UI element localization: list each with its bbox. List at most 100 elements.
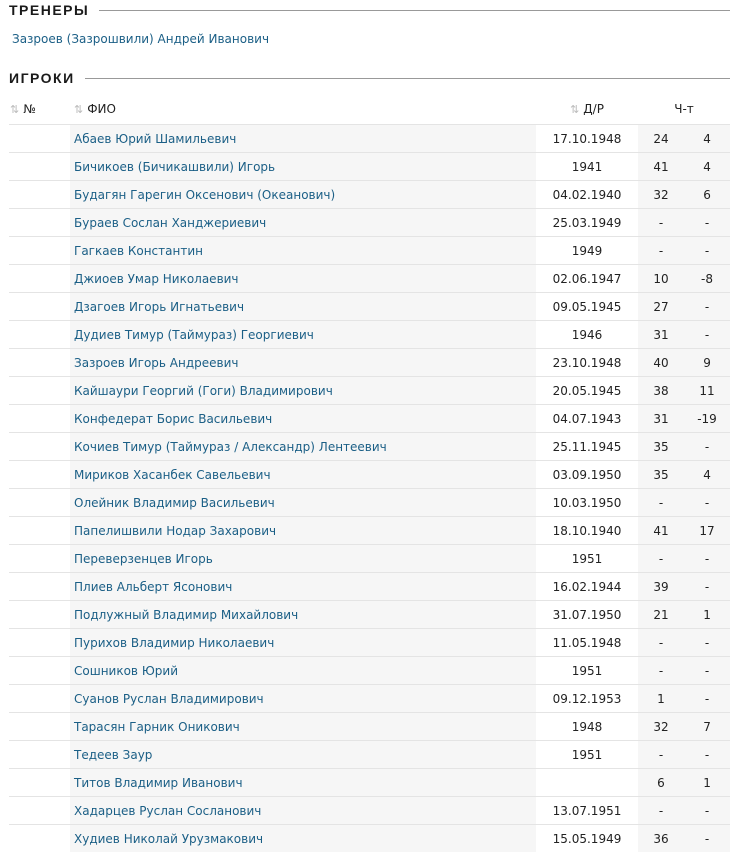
player-link[interactable]: Мириков Хасанбек Савельевич (70, 460, 536, 489)
header-label: Д/Р (583, 102, 604, 116)
games-cell: 40 (638, 348, 684, 377)
sort-dob-header[interactable]: ⇅ Д/Р (536, 94, 638, 125)
goals-cell: - (684, 544, 730, 573)
goals-cell: - (684, 208, 730, 237)
num-cell (9, 432, 70, 461)
player-link[interactable]: Будагян Гарегин Оксенович (Океанович) (70, 180, 536, 209)
goals-cell: - (684, 684, 730, 713)
table-row: Мириков Хасанбек Савельевич 03.09.1950 3… (9, 460, 730, 489)
player-link[interactable]: Переверзенцев Игорь (70, 544, 536, 573)
num-cell (9, 208, 70, 237)
goals-cell: 9 (684, 348, 730, 377)
table-row: Тарасян Гарник Оникович 1948 32 7 (9, 712, 730, 741)
games-cell: 38 (638, 376, 684, 405)
goals-cell: 1 (684, 600, 730, 629)
dob-cell: 17.10.1948 (536, 124, 638, 153)
table-row: Бураев Сослан Ханджериевич 25.03.1949 - … (9, 208, 730, 237)
num-cell (9, 684, 70, 713)
table-row: Пурихов Владимир Николаевич 11.05.1948 -… (9, 628, 730, 657)
player-link[interactable]: Дзагоев Игорь Игнатьевич (70, 292, 536, 321)
goals-cell: 4 (684, 152, 730, 181)
table-row: Переверзенцев Игорь 1951 - - (9, 544, 730, 573)
table-row: Плиев Альберт Ясонович 16.02.1944 39 - (9, 572, 730, 601)
num-cell (9, 600, 70, 629)
player-link[interactable]: Кочиев Тимур (Таймураз / Александр) Лент… (70, 432, 536, 461)
games-cell: - (638, 544, 684, 573)
games-cell: - (638, 628, 684, 657)
player-link[interactable]: Гагкаев Константин (70, 236, 536, 265)
goals-cell: - (684, 432, 730, 461)
player-link[interactable]: Плиев Альберт Ясонович (70, 572, 536, 601)
player-link[interactable]: Пурихов Владимир Николаевич (70, 628, 536, 657)
num-cell (9, 796, 70, 825)
goals-cell: - (684, 740, 730, 769)
dob-cell: 18.10.1940 (536, 516, 638, 545)
num-cell (9, 404, 70, 433)
num-cell (9, 572, 70, 601)
dob-cell: 1949 (536, 236, 638, 265)
games-cell: 32 (638, 180, 684, 209)
dob-cell: 1951 (536, 656, 638, 685)
goals-cell: - (684, 292, 730, 321)
games-cell: 31 (638, 404, 684, 433)
player-link[interactable]: Хадарцев Руслан Сосланович (70, 796, 536, 825)
games-cell: 41 (638, 516, 684, 545)
table-row: Кочиев Тимур (Таймураз / Александр) Лент… (9, 432, 730, 461)
dob-cell: 20.05.1945 (536, 376, 638, 405)
player-link[interactable]: Худиев Николай Урузмакович (70, 824, 536, 852)
player-link[interactable]: Абаев Юрий Шамильевич (70, 124, 536, 153)
stats-header: Ч-т (674, 102, 694, 116)
table-row: Подлужный Владимир Михайлович 31.07.1950… (9, 600, 730, 629)
goals-cell: 17 (684, 516, 730, 545)
goals-cell: - (684, 320, 730, 349)
dob-cell: 31.07.1950 (536, 600, 638, 629)
player-link[interactable]: Подлужный Владимир Михайлович (70, 600, 536, 629)
player-link[interactable]: Титов Владимир Иванович (70, 768, 536, 797)
games-cell: 41 (638, 152, 684, 181)
coaches-header: ТРЕНЕРЫ (0, 0, 730, 20)
dob-cell: 1946 (536, 320, 638, 349)
coach-link[interactable]: Зазроев (Зазрошвили) Андрей Иванович (0, 32, 730, 52)
player-link[interactable]: Тарасян Гарник Оникович (70, 712, 536, 741)
player-link[interactable]: Джиоев Умар Николаевич (70, 264, 536, 293)
dob-cell: 1948 (536, 712, 638, 741)
games-cell: 24 (638, 124, 684, 153)
table-row: Суанов Руслан Владимирович 09.12.1953 1 … (9, 684, 730, 713)
player-link[interactable]: Конфедерат Борис Васильевич (70, 404, 536, 433)
dob-cell: 15.05.1949 (536, 824, 638, 852)
coaches-title: ТРЕНЕРЫ (9, 2, 90, 18)
player-link[interactable]: Суанов Руслан Владимирович (70, 684, 536, 713)
dob-cell: 25.03.1949 (536, 208, 638, 237)
player-link[interactable]: Папелишвили Нодар Захарович (70, 516, 536, 545)
player-link[interactable]: Дудиев Тимур (Таймураз) Георгиевич (70, 320, 536, 349)
dob-cell: 02.06.1947 (536, 264, 638, 293)
header-label: № (23, 102, 36, 116)
table-row: Зазроев Игорь Андреевич 23.10.1948 40 9 (9, 348, 730, 377)
goals-cell: 7 (684, 712, 730, 741)
table-row: Олейник Владимир Васильевич 10.03.1950 -… (9, 488, 730, 517)
player-link[interactable]: Сошников Юрий (70, 656, 536, 685)
num-cell (9, 460, 70, 489)
dob-cell: 09.12.1953 (536, 684, 638, 713)
sort-num-header[interactable]: ⇅ № (9, 94, 70, 125)
games-cell: 36 (638, 824, 684, 852)
dob-cell: 09.05.1945 (536, 292, 638, 321)
goals-cell: 11 (684, 376, 730, 405)
dob-cell: 1941 (536, 152, 638, 181)
table-row: Тедеев Заур 1951 - - (9, 740, 730, 769)
table-row: Сошников Юрий 1951 - - (9, 656, 730, 685)
player-link[interactable]: Зазроев Игорь Андреевич (70, 348, 536, 377)
player-link[interactable]: Бичикоев (Бичикашвили) Игорь (70, 152, 536, 181)
num-cell (9, 824, 70, 852)
table-row: Джиоев Умар Николаевич 02.06.1947 10 -8 (9, 264, 730, 293)
table-row: Хадарцев Руслан Сосланович 13.07.1951 - … (9, 796, 730, 825)
table-row: Абаев Юрий Шамильевич 17.10.1948 24 4 (9, 124, 730, 153)
goals-cell: - (684, 656, 730, 685)
player-link[interactable]: Бураев Сослан Ханджериевич (70, 208, 536, 237)
player-link[interactable]: Тедеев Заур (70, 740, 536, 769)
sort-name-header[interactable]: ⇅ ФИО (70, 94, 536, 125)
player-link[interactable]: Кайшаури Георгий (Гоги) Владимирович (70, 376, 536, 405)
games-cell: 39 (638, 572, 684, 601)
dob-cell: 25.11.1945 (536, 432, 638, 461)
player-link[interactable]: Олейник Владимир Васильевич (70, 488, 536, 517)
